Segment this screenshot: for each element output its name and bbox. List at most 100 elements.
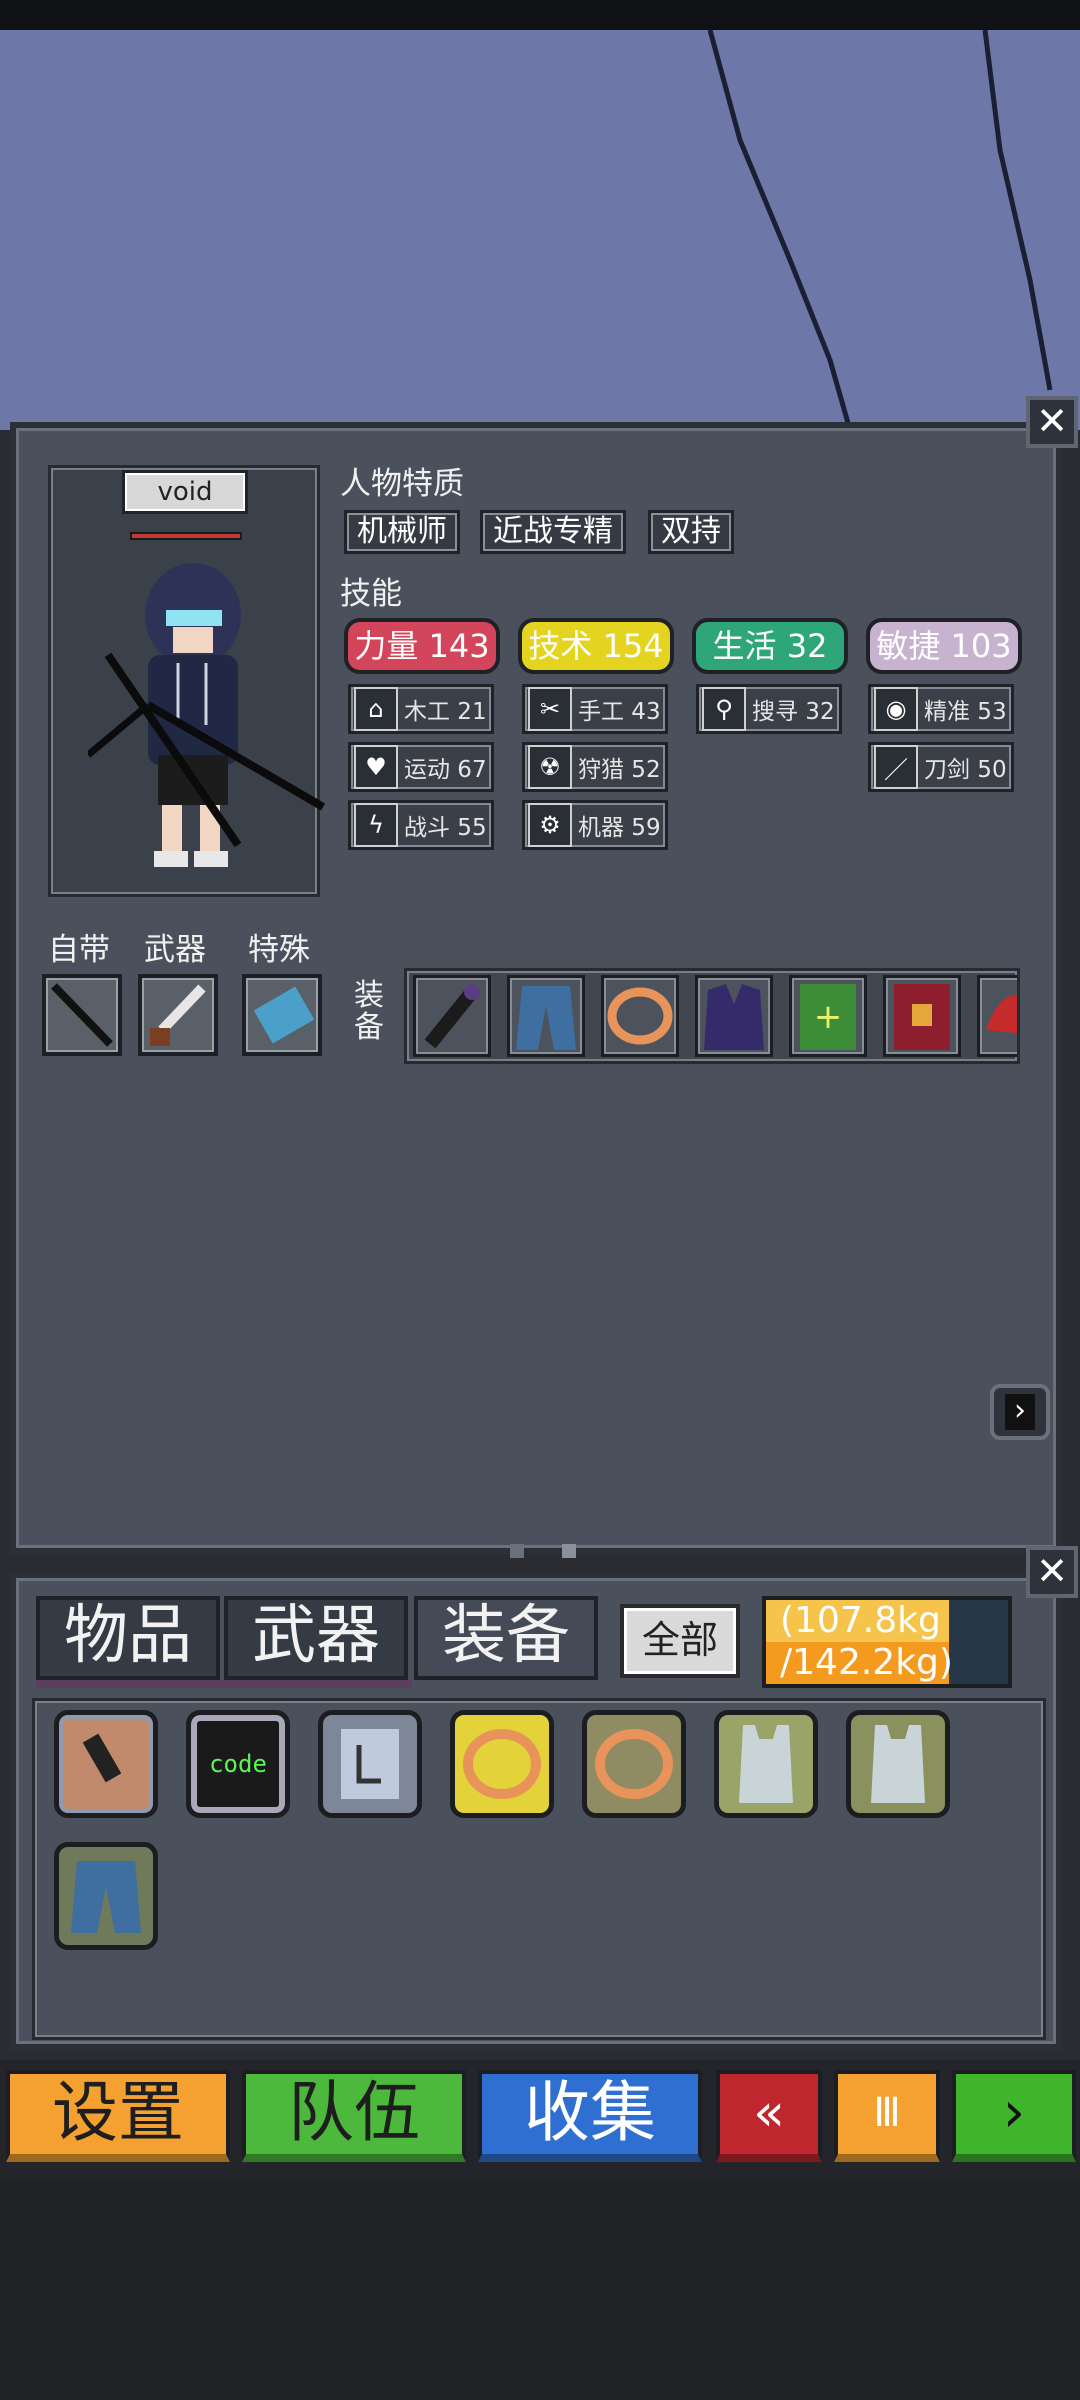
equipment-label: 装备 [354,978,384,1045]
skill-carpentry-label: 木工 21 [404,699,487,725]
skill-search-label: 搜寻 32 [752,699,835,725]
equip-ring[interactable] [601,975,679,1057]
skill-crafting-label: 手工 43 [578,699,661,725]
inv-item-code-chip[interactable]: code [186,1710,290,1818]
magnifier-icon: ⚲ [702,687,746,731]
pipe-icon [82,1733,122,1783]
eye-icon: ◉ [874,687,918,731]
tank-top-icon [739,1725,793,1803]
code-chip-icon: code [209,1750,267,1778]
radiation-icon: ☢ [528,745,572,789]
scene-cracks [707,30,1053,430]
status-bar [0,0,1080,30]
stat-tech[interactable]: 技术 154 [518,618,674,674]
skills-title: 技能 [340,576,402,612]
pause-button[interactable]: Ⅲ [834,2070,940,2162]
suit-jacket-icon [704,984,764,1050]
skill-search[interactable]: ⚲ 搜寻 32 [696,684,842,734]
trait-dual-wield[interactable]: 双持 [648,510,734,554]
trait-mechanic[interactable]: 机械师 [344,510,460,554]
skill-blades-label: 刀剑 50 [924,757,1007,783]
skill-precision[interactable]: ◉ 精准 53 [868,684,1014,734]
flashlight-icon [424,984,480,1049]
inv-item-ring[interactable] [582,1710,686,1818]
tank-top-icon [871,1725,925,1803]
battery-icon [253,986,315,1044]
slot-special-label: 特殊 [248,932,310,968]
trait-melee-specialist[interactable]: 近战专精 [480,510,626,554]
tab-equipment[interactable]: 装备 [414,1596,598,1680]
skill-blades[interactable]: ／ 刀剑 50 [868,742,1014,792]
inv-item-tank-top[interactable] [714,1710,818,1818]
game-scene [0,30,1080,430]
skill-machinery-label: 机器 59 [578,815,661,841]
skill-hunting[interactable]: ☢ 狩猎 52 [522,742,668,792]
house-icon: ⌂ [354,687,398,731]
red-hat-icon [986,994,1017,1034]
red-book-icon [894,984,950,1050]
skill-carpentry[interactable]: ⌂ 木工 21 [348,684,494,734]
next-button[interactable]: › [952,2070,1076,2162]
equip-red-book[interactable] [883,975,961,1057]
tab-items[interactable]: 物品 [36,1596,220,1680]
ring-icon [595,1729,673,1799]
equip-jeans[interactable] [507,975,585,1057]
gold-ring-icon [463,1729,541,1799]
manual-icon [341,1729,399,1799]
slot-special[interactable] [242,974,322,1056]
inv-item-pipe[interactable] [54,1710,158,1818]
stat-agility[interactable]: 敏捷 103 [866,618,1022,674]
skill-athletics[interactable]: ♥ 运动 67 [348,742,494,792]
stat-life[interactable]: 生活 32 [692,618,848,674]
team-button[interactable]: 队伍 [242,2070,466,2162]
weight-current: (107.8kg [780,1600,941,1641]
equipment-bar: + [404,968,1020,1064]
stat-strength[interactable]: 力量 143 [344,618,500,674]
next-page-button[interactable]: › [990,1384,1050,1440]
slot-builtin[interactable] [42,974,122,1056]
skill-precision-label: 精准 53 [924,699,1007,725]
back-button[interactable]: « [716,2070,822,2162]
jeans-icon [516,986,576,1050]
ring-icon [607,987,673,1045]
blade-icon: ／ [874,745,918,789]
skill-combat-label: 战斗 55 [404,815,487,841]
page-dot [510,1544,524,1558]
slot-weapon[interactable] [138,974,218,1056]
chevron-right-icon: › [1005,1394,1035,1430]
equip-suit-jacket[interactable] [695,975,773,1057]
green-book-icon: + [800,984,856,1050]
traits-title: 人物特质 [340,466,464,502]
close-character-panel-button[interactable]: ✕ [1026,396,1078,448]
inv-item-gold-ring[interactable] [450,1710,554,1818]
equip-red-hat[interactable] [977,975,1017,1057]
tab-weapons[interactable]: 武器 [224,1596,408,1680]
skill-crafting[interactable]: ✂ 手工 43 [522,684,668,734]
inv-item-manual[interactable] [318,1710,422,1818]
character-health-bar [130,532,242,540]
skill-machinery[interactable]: ⚙ 机器 59 [522,800,668,850]
heart-icon: ♥ [354,745,398,789]
inv-item-tank-top-2[interactable] [846,1710,950,1818]
svg-text:+: + [814,997,843,1037]
slot-builtin-label: 自带 [48,932,110,968]
collect-button[interactable]: 收集 [478,2070,702,2162]
gear-icon: ⚙ [528,803,572,847]
tab-underline [36,1680,412,1688]
jeans-icon [71,1861,141,1933]
skill-athletics-label: 运动 67 [404,757,487,783]
skill-combat[interactable]: ϟ 战斗 55 [348,800,494,850]
character-sprite [85,555,338,885]
equip-green-book[interactable]: + [789,975,867,1057]
knife-icon [150,984,206,1046]
equip-flashlight[interactable] [413,975,491,1057]
close-inventory-panel-button[interactable]: ✕ [1026,1546,1078,1598]
weight-max: /142.2kg) [780,1642,953,1683]
inv-item-jeans[interactable] [54,1842,158,1950]
character-name: void [122,470,248,514]
lightning-icon: ϟ [354,803,398,847]
settings-button[interactable]: 设置 [6,2070,230,2162]
page-dot [562,1544,576,1558]
skill-hunting-label: 狩猎 52 [578,757,661,783]
filter-all-button[interactable]: 全部 [620,1604,740,1678]
